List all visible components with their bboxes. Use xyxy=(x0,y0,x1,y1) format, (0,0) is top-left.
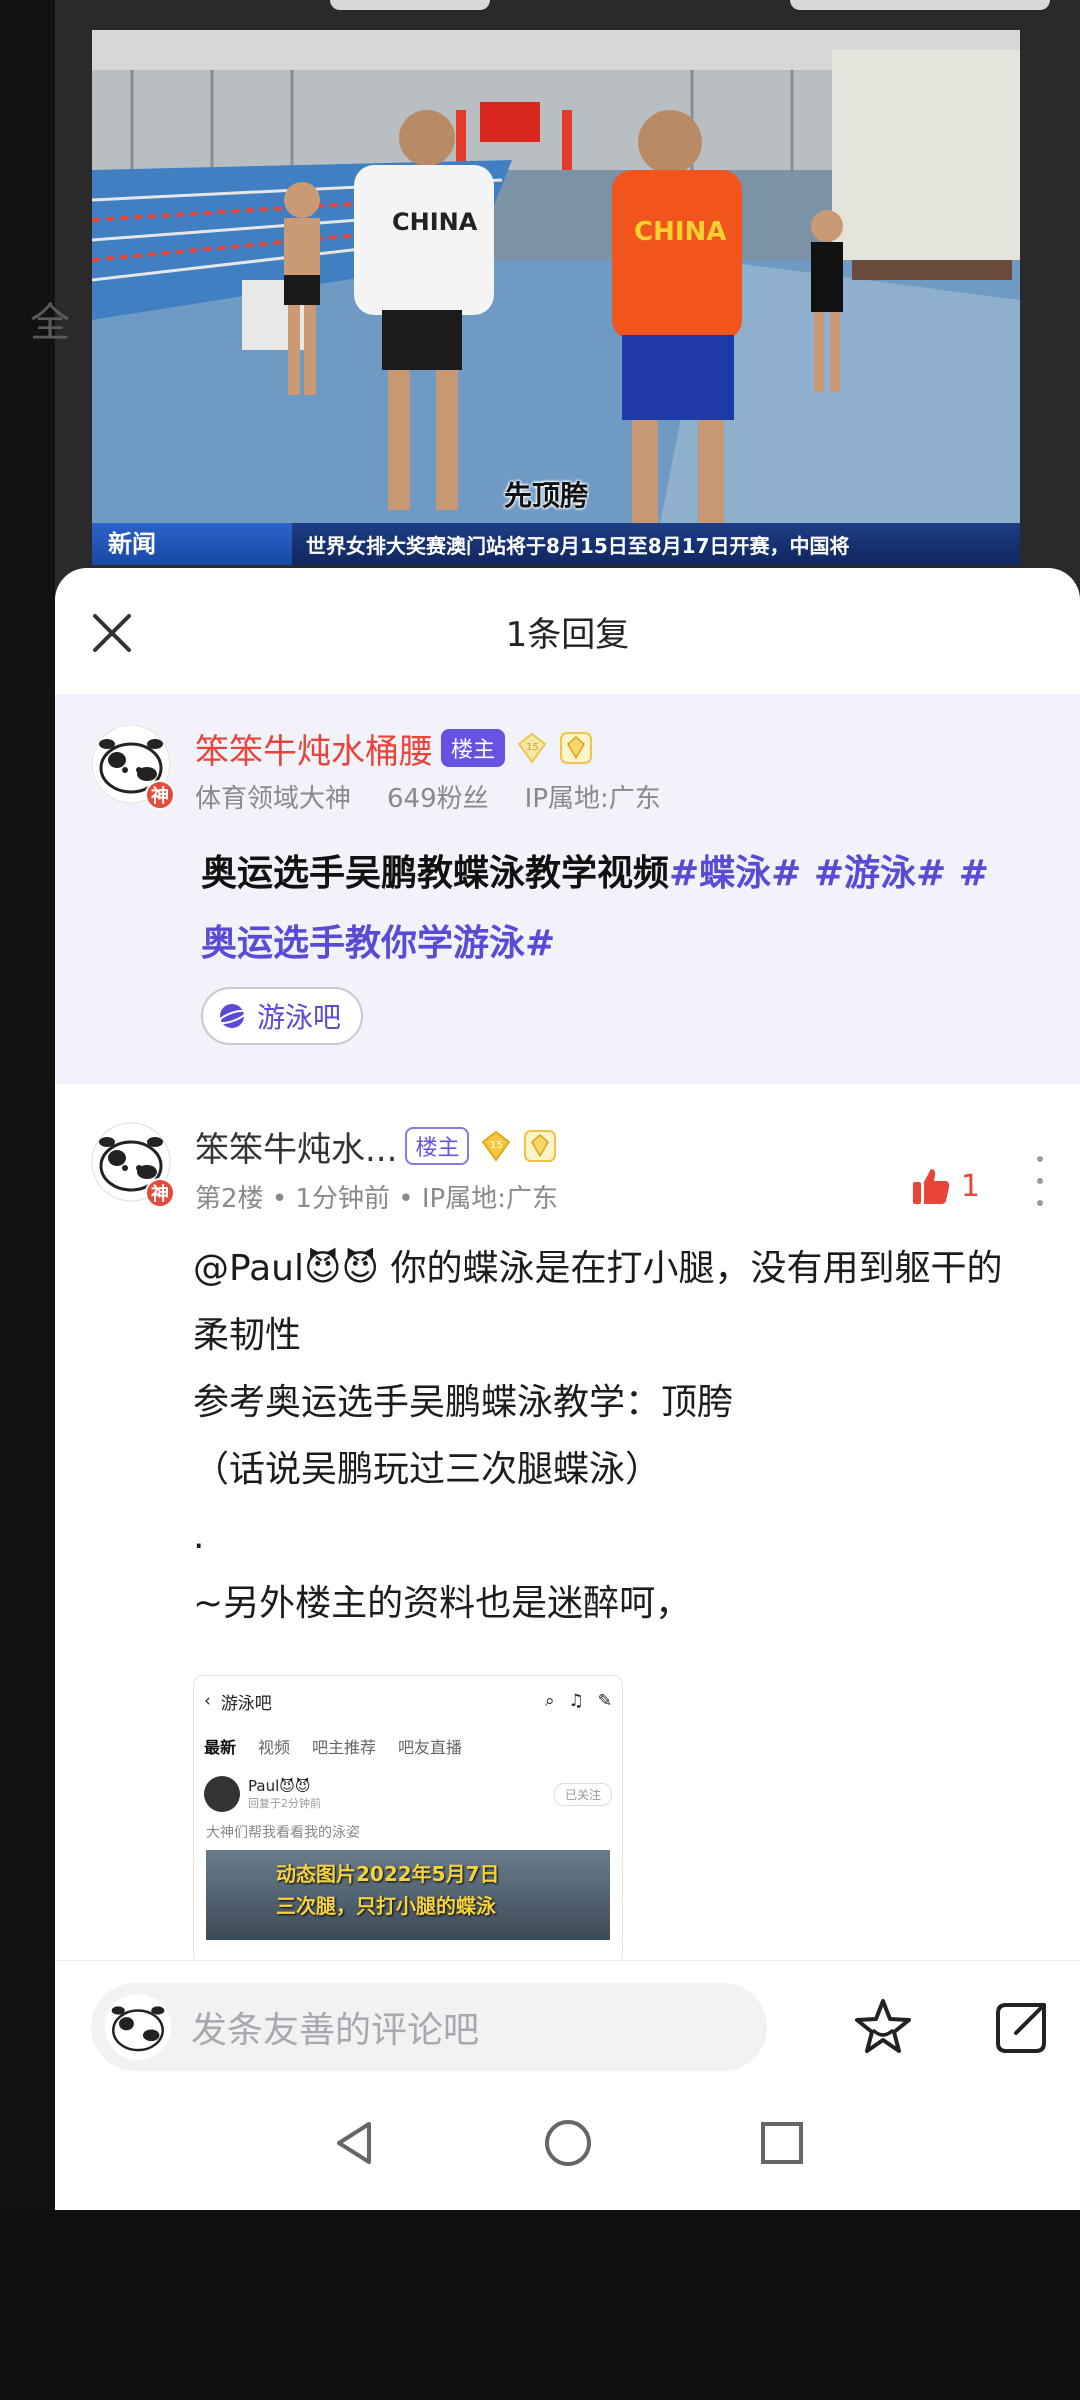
reply-author-name[interactable]: 笨笨牛炖水... xyxy=(195,1122,397,1171)
post-title-text: 奥运选手吴鹏教蝶泳教学视频 xyxy=(201,853,670,894)
level-gem-icon: 15 xyxy=(482,1130,511,1162)
post-title: 奥运选手吴鹏教蝶泳教学视频#蝶泳# #游泳# # 奥运选手教你学游泳# xyxy=(201,839,1050,979)
close-icon[interactable] xyxy=(85,606,139,660)
avatar-badge: 神 xyxy=(145,780,175,810)
op-badge: 楼主 xyxy=(405,1127,470,1165)
separator-dot: • xyxy=(271,1184,296,1214)
thumb-tab: 视频 xyxy=(258,1738,291,1757)
thumb-follow: 已关注 xyxy=(553,1782,612,1806)
status-left-icons xyxy=(330,0,490,10)
reply-image[interactable]: ‹ 游泳吧 ⌕ ♫ ✎ 最新 视频 吧主推荐 吧友直播 Paul😈😈 回复于2分… xyxy=(193,1675,623,1965)
avatar[interactable]: 神 xyxy=(91,1122,175,1208)
diamond-badge-icon xyxy=(524,1130,557,1162)
reply-item[interactable]: 神 笨笨牛炖水... 楼主 15 第2楼 • 1分钟前 • IP属地:广东 1 … xyxy=(55,1084,1080,1637)
thumbs-up-icon xyxy=(912,1169,950,1204)
main-post[interactable]: 神 笨笨牛炖水桶腰 楼主 15 体育领域大神 649粉丝 IP属地:广东 奥运选… xyxy=(55,694,1080,1084)
floor-number: 第2楼 xyxy=(195,1184,264,1214)
thumb-avatar xyxy=(204,1776,240,1812)
ip-location: IP属地:广东 xyxy=(421,1184,558,1214)
reply-line: . xyxy=(193,1516,205,1557)
share-icon[interactable] xyxy=(990,1995,1056,2061)
fans-count: 649粉丝 xyxy=(387,784,489,814)
back-icon: ‹ xyxy=(204,1691,211,1711)
forum-name: 游泳吧 xyxy=(257,1001,342,1034)
thumb-post-line: 大神们帮我看看我的泳姿 xyxy=(206,1825,360,1841)
svg-text:CHINA: CHINA xyxy=(392,208,478,236)
thumb-user-time: 回复于2分钟前 xyxy=(248,1797,321,1810)
edit-icon: ✎ xyxy=(597,1691,612,1711)
like-count: 1 xyxy=(960,1168,980,1204)
comment-placeholder: 发条友善的评论吧 xyxy=(191,2010,480,2051)
more-options-icon[interactable] xyxy=(1030,1156,1050,1206)
avatar xyxy=(105,1994,171,2060)
bell-icon: ♫ xyxy=(568,1691,584,1711)
thumb-img-text: 动态图片2022年5月7日 xyxy=(276,1862,500,1886)
system-nav-bar xyxy=(55,2076,1080,2210)
background-ghost-text: 全 xyxy=(30,300,70,346)
avatar[interactable]: 神 xyxy=(91,724,175,810)
reply-line: ~另外楼主的资料也是迷醉呵， xyxy=(193,1583,692,1624)
like-button[interactable]: 1 xyxy=(911,1166,980,1206)
news-tag: 新闻 xyxy=(92,523,292,565)
reply-time: 1分钟前 xyxy=(295,1184,390,1214)
sheet-header: 1条回复 xyxy=(55,568,1080,694)
news-ticker-text: 世界女排大奖赛澳门站将于8月15日至8月17日开赛，中国将 xyxy=(306,533,850,558)
svg-text:15: 15 xyxy=(526,742,539,753)
thumb-tab: 最新 xyxy=(204,1738,237,1757)
news-ticker-bar: 新闻 世界女排大奖赛澳门站将于8月15日至8月17日开赛，中国将 xyxy=(92,523,1020,565)
thumb-forum-title: 游泳吧 xyxy=(220,1693,272,1714)
favorite-star-icon[interactable] xyxy=(850,1995,916,2061)
author-role: 体育领域大神 xyxy=(195,784,352,814)
svg-text:15: 15 xyxy=(490,1140,503,1151)
comment-input[interactable]: 发条友善的评论吧 xyxy=(91,1983,767,2071)
reply-line: 参考奥运选手吴鹏蝶泳教学：顶胯 xyxy=(193,1382,734,1423)
video-caption: 先顶胯 xyxy=(504,479,589,512)
nav-recents-icon[interactable] xyxy=(750,2111,814,2175)
avatar-badge: 神 xyxy=(145,1178,175,1208)
op-badge: 楼主 xyxy=(441,729,506,767)
level-gem-icon: 15 xyxy=(517,732,547,764)
svg-text:CHINA: CHINA xyxy=(634,217,726,247)
status-right-icons xyxy=(790,0,1050,10)
thumb-username: Paul😈😈 xyxy=(248,1777,311,1795)
sheet-title: 1条回复 xyxy=(505,614,630,655)
thumb-img-text: 三次腿，只打小腿的蝶泳 xyxy=(276,1894,496,1918)
reply-line: @Paul😈😈 你的蝶泳是在打小腿，没有用到躯干的柔韧性 xyxy=(193,1248,1003,1356)
nav-home-icon[interactable] xyxy=(536,2111,600,2175)
reply-content: @Paul😈😈 你的蝶泳是在打小腿，没有用到躯干的柔韧性 参考奥运选手吴鹏蝶泳教… xyxy=(193,1235,1023,1637)
comment-bar: 发条友善的评论吧 xyxy=(55,1960,1080,2076)
reply-line: （话说吴鹏玩过三次腿蝶泳） xyxy=(193,1449,662,1490)
author-name[interactable]: 笨笨牛炖水桶腰 xyxy=(195,724,433,773)
replies-sheet: 1条回复 神 笨笨牛炖水桶腰 楼主 15 体育领域大神 649粉丝 IP属地:广… xyxy=(55,568,1080,2210)
video-player[interactable]: CHINA CHINA 先顶胯 新闻 世界女排大奖赛澳门站将于8月15日至8月1… xyxy=(92,30,1020,565)
bottom-background xyxy=(0,2210,1080,2400)
hashtag-link[interactable]: 奥运选手教你学游泳# xyxy=(201,923,555,964)
diamond-badge-icon xyxy=(560,732,593,764)
forum-chip[interactable]: 游泳吧 xyxy=(201,987,364,1045)
ip-location: IP属地:广东 xyxy=(524,784,661,814)
planet-icon xyxy=(218,1004,247,1028)
thumb-tab: 吧主推荐 xyxy=(312,1738,377,1757)
hashtag-links[interactable]: #蝶泳# #游泳# # xyxy=(669,853,989,894)
thumb-tab: 吧友直播 xyxy=(398,1738,463,1757)
nav-back-icon[interactable] xyxy=(322,2111,386,2175)
search-icon: ⌕ xyxy=(544,1691,555,1711)
thumb-video-frame: 动态图片2022年5月7日 三次腿，只打小腿的蝶泳 xyxy=(206,1850,610,1940)
separator-dot: • xyxy=(398,1184,422,1214)
